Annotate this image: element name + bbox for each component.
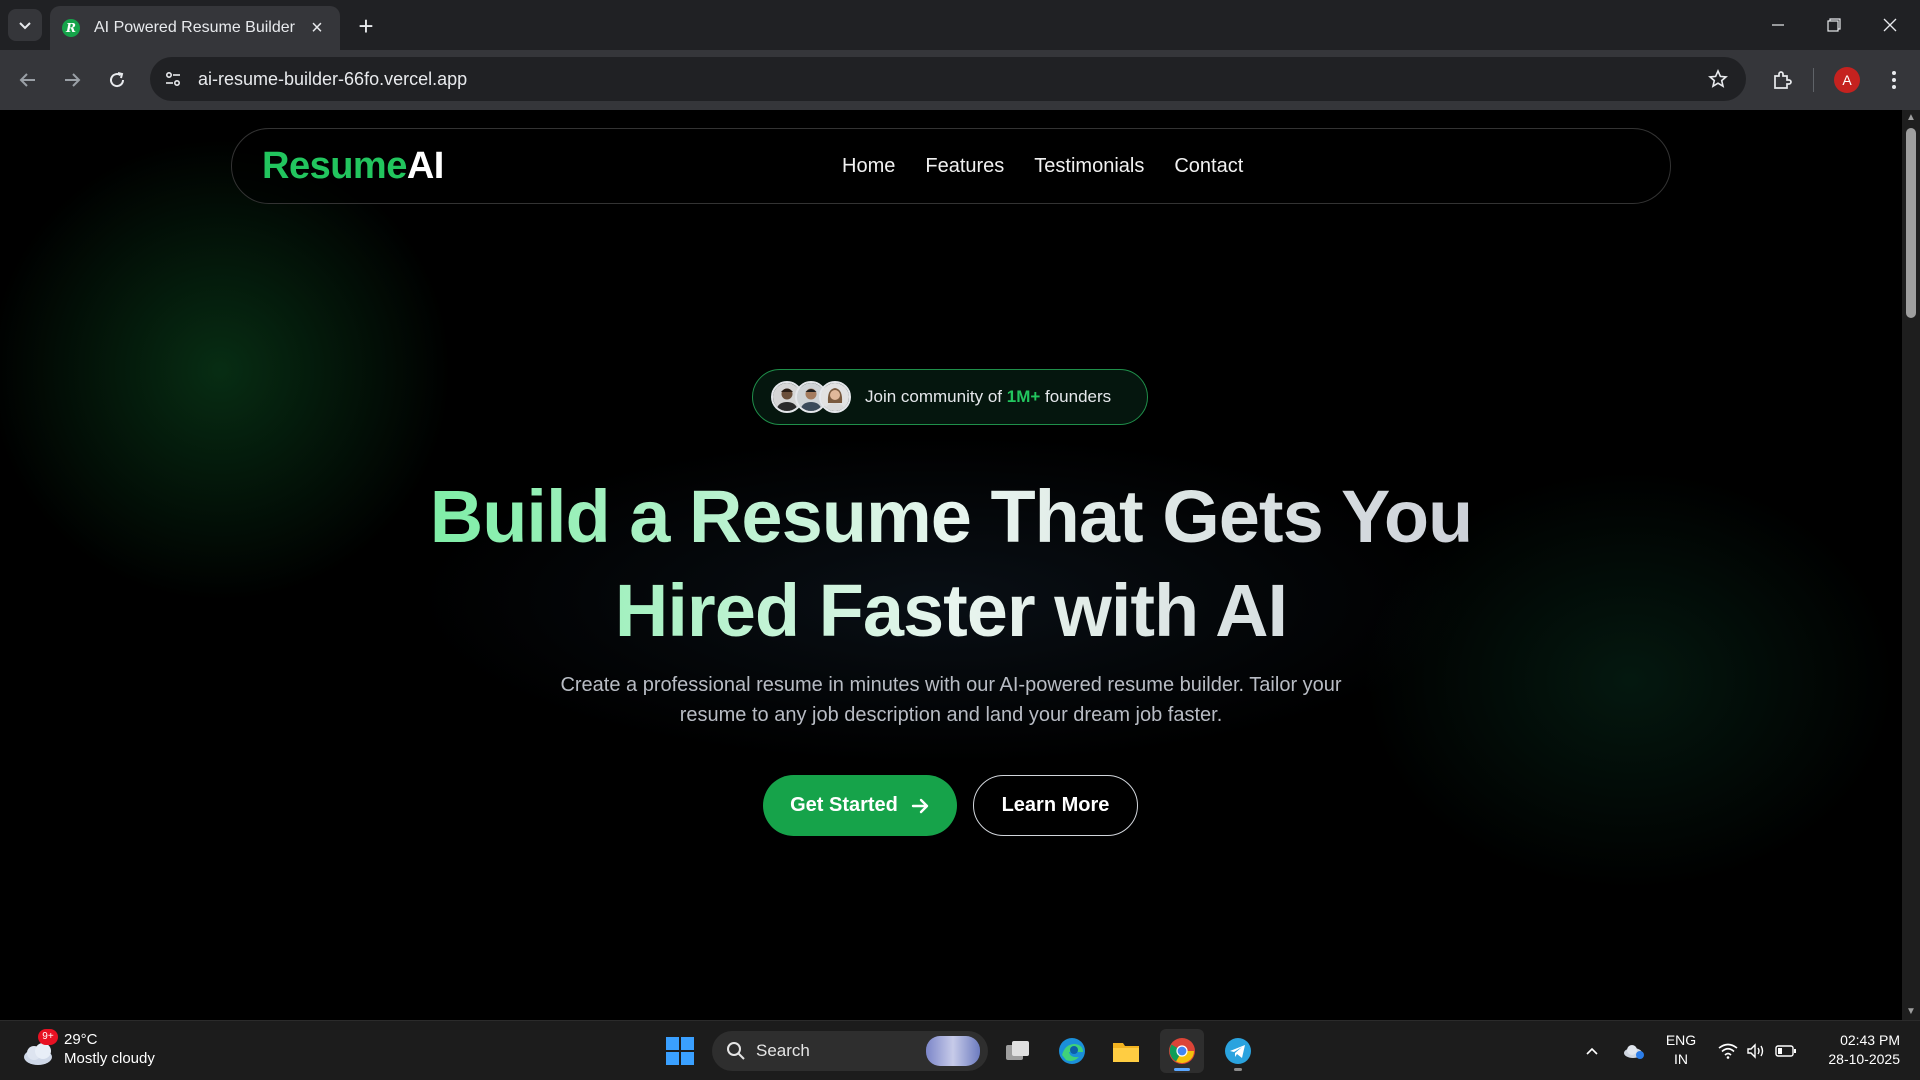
get-started-label: Get Started	[790, 794, 898, 816]
search-label: Search	[756, 1041, 810, 1060]
wifi-icon[interactable]	[1716, 1039, 1740, 1063]
edge-browser-icon[interactable]	[1050, 1029, 1094, 1073]
cloud-icon: 9+	[20, 1029, 60, 1069]
forward-icon[interactable]	[56, 64, 88, 96]
favicon-icon: R	[62, 19, 80, 37]
clock[interactable]: 02:43 PM 28-10-2025	[1812, 1031, 1900, 1069]
community-badge: Join community of 1M+ founders	[752, 369, 1148, 425]
taskbar-search[interactable]: Search	[712, 1031, 988, 1071]
toolbar-divider	[1813, 68, 1814, 92]
avatar	[819, 381, 851, 413]
hero-headline: Build a Resume That Gets You Hired Faste…	[0, 470, 1902, 658]
site-logo[interactable]: ResumeAI	[262, 145, 444, 188]
weather-text: 29°C Mostly cloudy	[64, 1030, 155, 1068]
onedrive-icon[interactable]	[1622, 1039, 1646, 1063]
chrome-icon[interactable]	[1160, 1029, 1204, 1073]
browser-tab[interactable]: R AI Powered Resume Builder ×	[50, 6, 340, 50]
volume-icon[interactable]	[1744, 1039, 1768, 1063]
extensions-icon[interactable]	[1766, 64, 1798, 96]
clock-time: 02:43 PM	[1840, 1032, 1900, 1048]
headline-line-1: Build a Resume That Gets You	[0, 470, 1902, 564]
chevron-down-icon	[19, 22, 31, 30]
telegram-icon[interactable]	[1216, 1029, 1260, 1073]
bookmark-star-icon[interactable]	[1698, 59, 1738, 99]
arrow-right-icon	[910, 796, 930, 816]
url-text: ai-resume-builder-66fo.vercel.app	[198, 68, 468, 89]
windows-start-icon[interactable]	[658, 1029, 702, 1073]
menu-icon[interactable]	[1878, 64, 1910, 96]
hero-subtext: Create a professional resume in minutes …	[560, 674, 1342, 726]
search-highlight-image	[926, 1036, 980, 1066]
chevron-up-icon[interactable]	[1580, 1039, 1604, 1063]
profile-initial: A	[1834, 67, 1860, 93]
close-tab-icon[interactable]: ×	[306, 17, 328, 39]
nav-link-home[interactable]: Home	[842, 155, 895, 178]
weather-alert-badge: 9+	[38, 1029, 58, 1045]
language-code: ENG	[1665, 1032, 1697, 1048]
minimize-icon[interactable]	[1750, 0, 1806, 50]
battery-icon[interactable]	[1774, 1039, 1798, 1063]
tab-search-button[interactable]	[8, 9, 42, 41]
scroll-thumb[interactable]	[1906, 128, 1916, 318]
avatar-group	[771, 381, 851, 413]
badge-highlight: 1M+	[1006, 387, 1041, 406]
site-info-icon[interactable]	[156, 62, 190, 96]
browser-tabstrip: R AI Powered Resume Builder × +	[0, 0, 1920, 50]
windows-taskbar: 9+ 29°C Mostly cloudy Search ENG IN 02:4…	[0, 1020, 1920, 1080]
search-icon	[727, 1042, 745, 1060]
site-navbar: ResumeAI Home Features Testimonials Cont…	[231, 128, 1671, 204]
page-viewport: ResumeAI Home Features Testimonials Cont…	[0, 110, 1902, 1020]
profile-avatar[interactable]: A	[1831, 64, 1863, 96]
weather-condition: Mostly cloudy	[64, 1050, 155, 1067]
address-bar[interactable]: ai-resume-builder-66fo.vercel.app	[150, 57, 1746, 101]
language-indicator[interactable]: ENG IN	[1660, 1031, 1702, 1069]
back-icon[interactable]	[12, 64, 44, 96]
clock-date: 28-10-2025	[1828, 1051, 1900, 1067]
close-window-icon[interactable]	[1862, 0, 1918, 50]
nav-link-contact[interactable]: Contact	[1174, 155, 1243, 178]
reload-icon[interactable]	[101, 64, 133, 96]
temperature: 29°C	[64, 1031, 98, 1048]
task-view-icon[interactable]	[996, 1029, 1040, 1073]
badge-prefix: Join community of	[865, 387, 1007, 406]
running-indicator	[1174, 1068, 1190, 1071]
learn-more-label: Learn More	[1001, 794, 1110, 816]
running-indicator	[1234, 1068, 1242, 1071]
nav-link-features[interactable]: Features	[925, 155, 1004, 178]
scroll-down-icon[interactable]: ▼	[1905, 1006, 1917, 1018]
nav-link-testimonials[interactable]: Testimonials	[1034, 155, 1144, 178]
restore-icon[interactable]	[1806, 0, 1862, 50]
badge-suffix: founders	[1040, 387, 1112, 406]
nav-links: Home Features Testimonials Contact	[842, 155, 1243, 178]
headline-line-2: Hired Faster with AI	[0, 564, 1902, 658]
logo-text-white: AI	[406, 145, 445, 187]
tab-title: AI Powered Resume Builder	[94, 19, 295, 36]
new-tab-icon[interactable]: +	[352, 11, 380, 41]
get-started-button[interactable]: Get Started	[763, 775, 957, 836]
badge-text: Join community of 1M+ founders	[865, 387, 1111, 407]
weather-widget[interactable]: 9+ 29°C Mostly cloudy	[20, 1029, 155, 1069]
page-scrollbar[interactable]: ▲ ▼	[1902, 110, 1920, 1020]
file-explorer-icon[interactable]	[1104, 1029, 1148, 1073]
scroll-up-icon[interactable]: ▲	[1905, 112, 1917, 124]
browser-toolbar: ai-resume-builder-66fo.vercel.app A	[0, 50, 1920, 110]
learn-more-button[interactable]: Learn More	[973, 775, 1138, 836]
logo-text-green: Resume	[262, 145, 407, 187]
region-code: IN	[1674, 1051, 1688, 1067]
